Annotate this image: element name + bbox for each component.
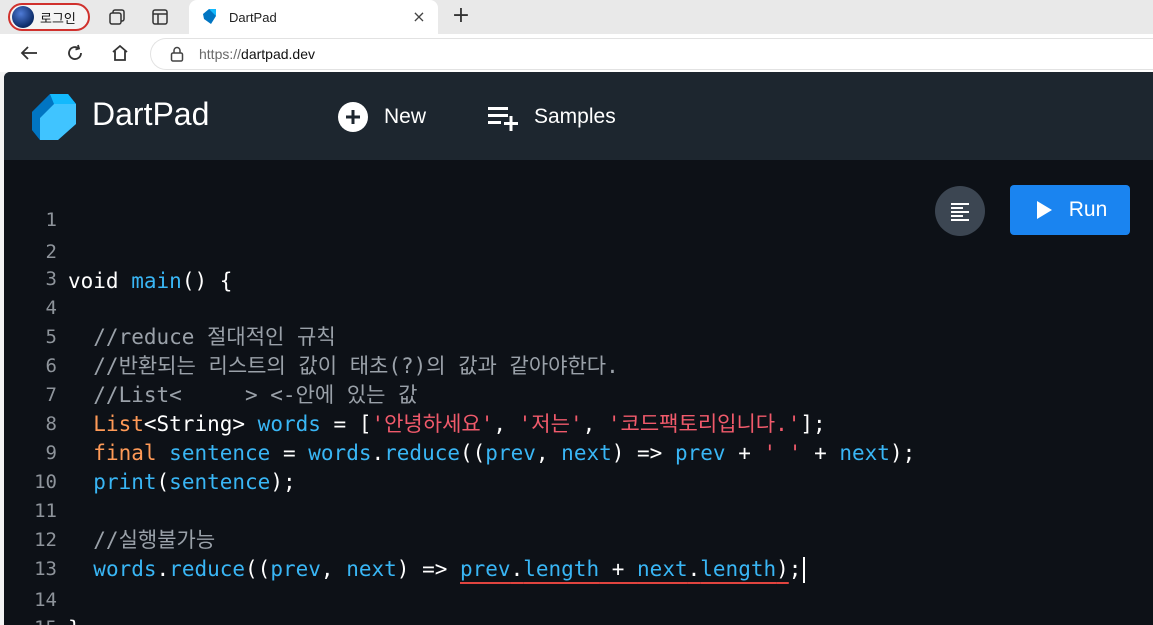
avatar bbox=[12, 6, 34, 28]
dartpad-app: DartPad New Samples 1 2 void main() { 3 bbox=[4, 72, 1153, 625]
address-bar[interactable]: https://dartpad.dev bbox=[150, 38, 1153, 70]
back-icon[interactable] bbox=[17, 41, 41, 65]
code-line: 6 //List< > <-안에 있는 값 bbox=[4, 323, 1153, 407]
run-label: Run bbox=[1068, 198, 1108, 221]
code-line: 4 //reduce 절대적인 규칙 bbox=[4, 265, 1153, 349]
new-button[interactable]: New bbox=[336, 100, 426, 134]
code-line: 15 bbox=[4, 585, 1153, 625]
workspaces-icon[interactable] bbox=[106, 6, 128, 28]
url-text: https://dartpad.dev bbox=[199, 46, 315, 62]
new-label: New bbox=[384, 105, 427, 128]
new-tab-button[interactable]: + bbox=[450, 5, 472, 27]
code-line: 13 bbox=[4, 526, 1153, 580]
playlist-add-icon bbox=[486, 100, 520, 134]
tab-actions-icon[interactable] bbox=[149, 6, 171, 28]
code-line: 8 final sentence = words.reduce((prev, n… bbox=[4, 381, 1153, 465]
format-align-icon bbox=[951, 203, 969, 221]
tab-close-icon[interactable]: × bbox=[410, 8, 428, 26]
format-button[interactable] bbox=[935, 186, 985, 236]
url-host: dartpad.dev bbox=[241, 46, 315, 62]
app-header: DartPad New Samples bbox=[4, 72, 1153, 160]
line-number: 15 bbox=[4, 614, 57, 625]
tab-dartpad[interactable]: DartPad × bbox=[189, 0, 438, 34]
dart-logo-icon bbox=[32, 94, 76, 140]
profile-button[interactable]: 로그인 bbox=[8, 3, 90, 31]
code-editor[interactable]: 1 2 void main() { 3 4 //reduce 절대적인 규칙 5… bbox=[4, 160, 1153, 625]
tab-title: DartPad bbox=[229, 9, 277, 25]
app-title: DartPad bbox=[92, 96, 210, 132]
home-icon[interactable] bbox=[108, 41, 132, 65]
browser-nav-bar: https://dartpad.dev bbox=[0, 34, 1153, 72]
code-line: 10 bbox=[4, 439, 1153, 493]
samples-label: Samples bbox=[534, 105, 616, 128]
code-line: 9 print(sentence); bbox=[4, 410, 1153, 494]
run-button[interactable]: Run bbox=[1010, 185, 1130, 235]
code-line: 11 //실행불가능 bbox=[4, 468, 1153, 552]
code-line: 3 bbox=[4, 236, 1153, 290]
code-line: 7 List<String> words = ['안녕하세요', '저는', '… bbox=[4, 352, 1153, 436]
code-line: 5 //반환되는 리스트의 값이 태초(?)의 값과 같아야한다. bbox=[4, 294, 1153, 378]
lock-icon[interactable] bbox=[169, 46, 185, 62]
samples-button[interactable]: Samples bbox=[486, 100, 616, 134]
code-line: 14 } bbox=[4, 557, 1153, 625]
add-circle-icon bbox=[336, 100, 370, 134]
code-line: 12 words.reduce((prev, next) => prev.len… bbox=[4, 497, 1153, 583]
refresh-icon[interactable] bbox=[63, 41, 87, 65]
profile-label: 로그인 bbox=[40, 11, 76, 27]
play-icon bbox=[1033, 199, 1055, 221]
browser-tab-strip: 로그인 DartPad × + bbox=[0, 0, 1153, 34]
url-protocol: https:// bbox=[199, 46, 242, 62]
dart-favicon-icon bbox=[203, 9, 216, 24]
